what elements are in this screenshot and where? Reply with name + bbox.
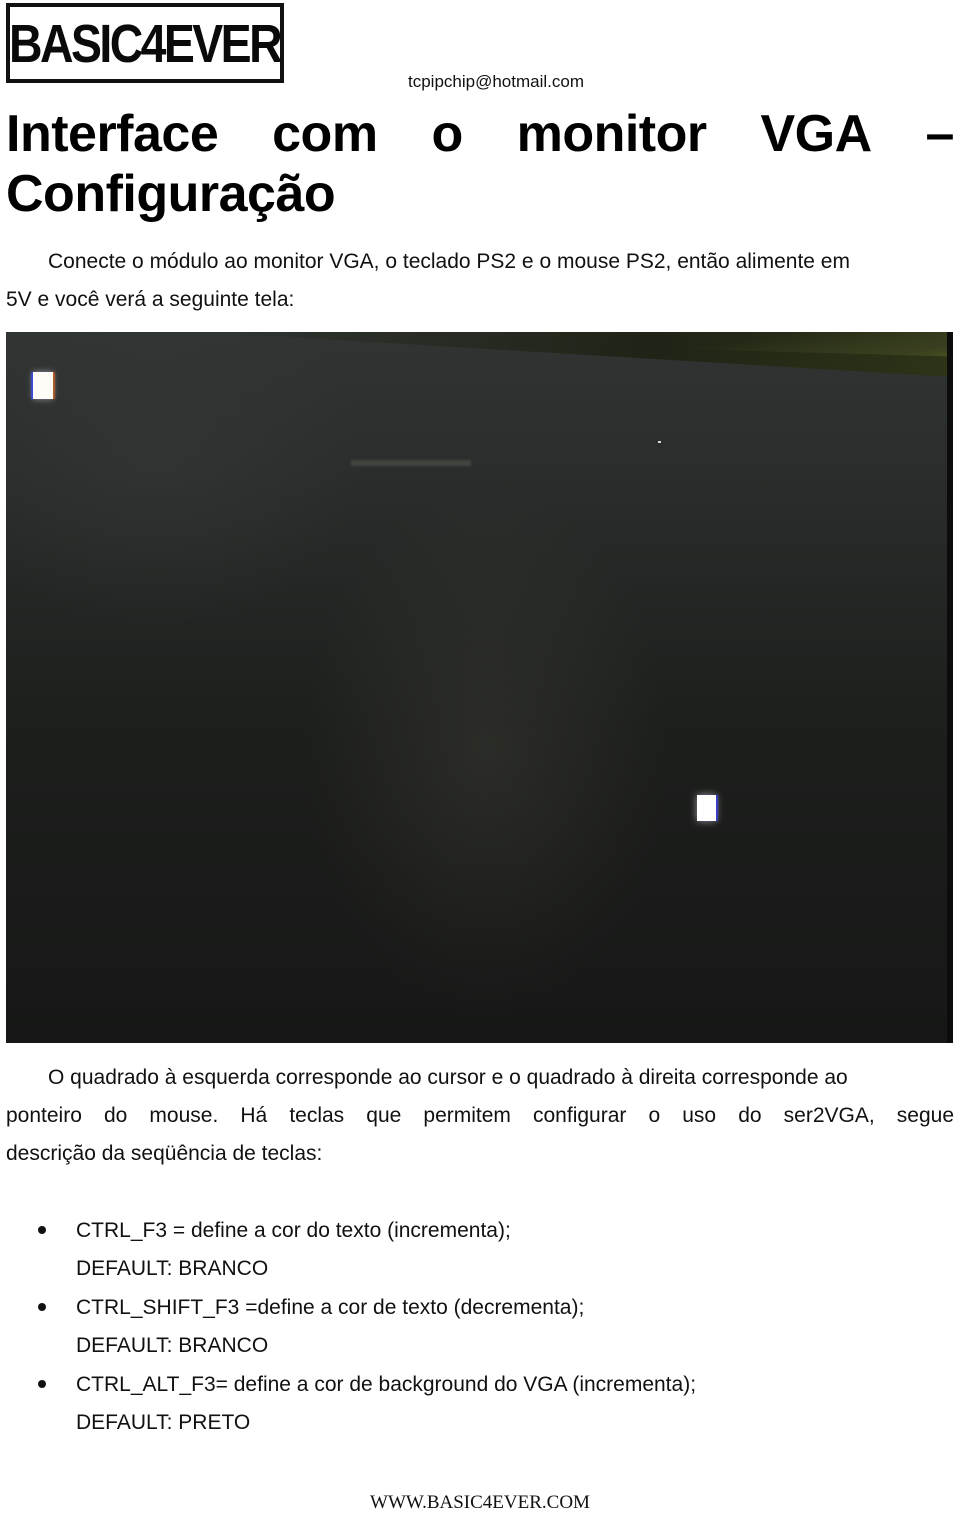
vga-monitor-photo — [6, 332, 953, 1043]
explanation-paragraph: O quadrado à esquerda corresponde ao cur… — [6, 1059, 954, 1173]
title-word: monitor — [516, 105, 708, 163]
page-title-line2: Configuração — [6, 165, 336, 223]
page-title-line1: Interface com o monitor VGA – — [6, 104, 954, 164]
mouse-pointer-square — [697, 795, 716, 821]
page-title: Interface com o monitor VGA – Configuraç… — [6, 104, 954, 224]
shortcut-default: DEFAULT: BRANCO — [76, 1334, 269, 1357]
title-word: VGA — [760, 105, 872, 163]
logo-text: BASIC4EVER — [9, 14, 284, 74]
list-item: CTRL_F3 = define a cor do texto (increme… — [0, 1212, 960, 1288]
shortcut-description: CTRL_F3 = define a cor do texto (increme… — [76, 1219, 511, 1242]
list-item: CTRL_SHIFT_F3 =define a cor de texto (de… — [0, 1289, 960, 1365]
title-word: – — [925, 105, 955, 163]
screen-glare — [351, 460, 471, 466]
shortcut-description: CTRL_SHIFT_F3 =define a cor de texto (de… — [76, 1296, 585, 1319]
bullet-icon — [38, 1380, 46, 1388]
intro-paragraph: Conecte o módulo ao monitor VGA, o tecla… — [6, 243, 954, 319]
bullet-icon — [38, 1226, 46, 1234]
shortcut-default: DEFAULT: PRETO — [76, 1411, 251, 1434]
intro-line: 5V e você verá a seguinte tela: — [6, 288, 295, 311]
explanation-line: descrição da seqüência de teclas: — [6, 1142, 323, 1165]
bullet-icon — [38, 1303, 46, 1311]
screen-speck — [658, 441, 661, 443]
key-shortcut-list: CTRL_F3 = define a cor do texto (increme… — [0, 1212, 960, 1443]
photo-edge — [947, 332, 953, 1043]
footer-website: WWW.BASIC4EVER.COM — [370, 1492, 590, 1513]
explanation-line: O quadrado à esquerda corresponde ao cur… — [48, 1066, 848, 1089]
shortcut-description: CTRL_ALT_F3= define a cor de background … — [76, 1373, 697, 1396]
author-email: tcpipchip@hotmail.com — [408, 72, 584, 91]
shortcut-default: DEFAULT: BRANCO — [76, 1257, 269, 1280]
title-word: Interface — [6, 105, 219, 163]
logo: BASIC4EVER — [6, 3, 284, 83]
text-cursor-square — [33, 372, 53, 399]
list-item: CTRL_ALT_F3= define a cor de background … — [0, 1366, 960, 1442]
title-word: o — [431, 105, 463, 163]
title-word: com — [272, 105, 378, 163]
explanation-line: ponteiro do mouse. Há teclas que permite… — [6, 1104, 954, 1127]
intro-line: Conecte o módulo ao monitor VGA, o tecla… — [48, 250, 850, 273]
